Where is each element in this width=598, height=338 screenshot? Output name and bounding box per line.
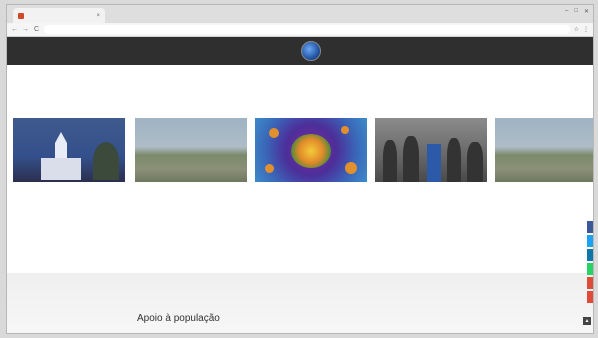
back-icon[interactable]: ← bbox=[11, 26, 18, 33]
news-card-image[interactable] bbox=[375, 118, 487, 182]
news-card-image[interactable] bbox=[135, 118, 247, 182]
share-linkedin-icon[interactable] bbox=[587, 249, 593, 261]
news-card[interactable] bbox=[13, 118, 125, 190]
share-email-icon[interactable] bbox=[587, 277, 593, 289]
news-card-image[interactable] bbox=[255, 118, 367, 182]
tab-bar: × – □ ✕ bbox=[7, 5, 593, 23]
site-logo-icon[interactable] bbox=[301, 41, 321, 61]
site-favicon-icon bbox=[18, 12, 24, 19]
address-bar: ← → C ☆ ⋮ bbox=[7, 23, 593, 37]
url-input[interactable] bbox=[44, 25, 570, 34]
support-section-heading: Apoio à população bbox=[137, 313, 220, 324]
share-facebook-icon[interactable] bbox=[587, 221, 593, 233]
browser-window: × – □ ✕ ← → C ☆ ⋮ Apoio à população ▲ bbox=[6, 4, 594, 334]
close-tab-icon[interactable]: × bbox=[96, 13, 100, 19]
share-more-icon[interactable] bbox=[587, 291, 593, 303]
chevron-up-icon: ▲ bbox=[584, 318, 590, 324]
news-card[interactable] bbox=[135, 118, 247, 190]
minimize-icon[interactable]: – bbox=[565, 8, 568, 15]
news-card-image[interactable] bbox=[495, 118, 593, 182]
support-section-background bbox=[7, 273, 593, 333]
reload-icon[interactable]: C bbox=[33, 26, 40, 33]
back-to-top-button[interactable]: ▲ bbox=[583, 317, 591, 325]
news-card[interactable] bbox=[255, 118, 367, 190]
news-card[interactable] bbox=[495, 118, 593, 190]
window-controls: – □ ✕ bbox=[565, 8, 589, 15]
news-card-image[interactable] bbox=[13, 118, 125, 182]
forward-icon[interactable]: → bbox=[22, 26, 29, 33]
bookmark-star-icon[interactable]: ☆ bbox=[574, 26, 579, 33]
news-card[interactable] bbox=[375, 118, 487, 190]
share-whatsapp-icon[interactable] bbox=[587, 263, 593, 275]
site-navigation bbox=[7, 37, 593, 65]
share-twitter-icon[interactable] bbox=[587, 235, 593, 247]
browser-menu-icon[interactable]: ⋮ bbox=[583, 26, 589, 33]
close-window-icon[interactable]: ✕ bbox=[584, 8, 589, 15]
maximize-icon[interactable]: □ bbox=[574, 8, 578, 15]
browser-tab[interactable]: × bbox=[13, 8, 105, 23]
